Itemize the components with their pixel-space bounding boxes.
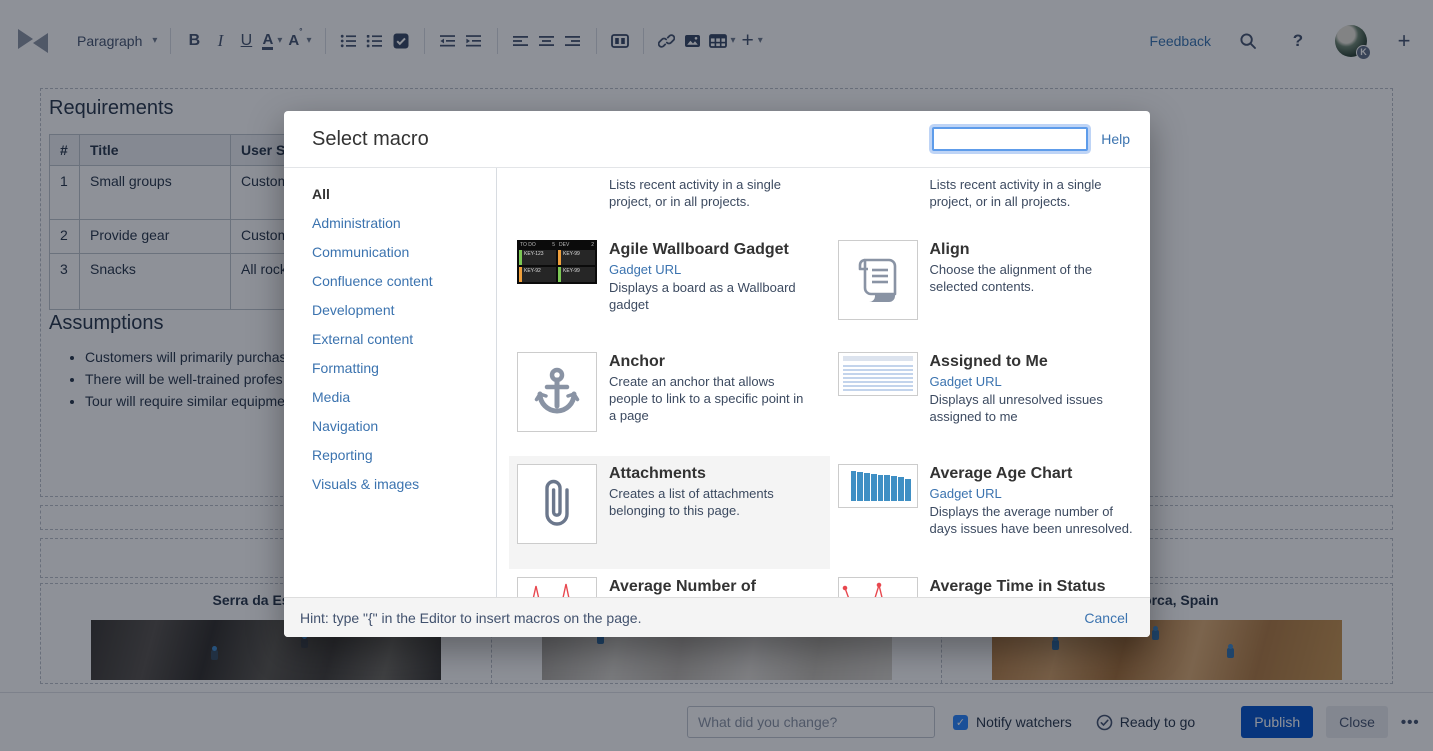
macro-description: Displays all unresolved issues assigned … [930, 391, 1135, 425]
line-chart-icon [517, 577, 597, 597]
dialog-header: Select macro Help [284, 111, 1150, 168]
macro-item-average-time-in-status[interactable]: Average Time in Status [830, 569, 1151, 597]
cancel-button[interactable]: Cancel [1084, 610, 1128, 626]
macro-description: Displays a board as a Wallboard gadget [609, 279, 814, 313]
macro-title: Agile Wallboard Gadget [609, 240, 814, 259]
macro-item-agile-wallboard-gadget[interactable]: TO DO5 KEY-123 KEY-92 DEV2 KEY-99 KEY-99 [509, 232, 830, 344]
macro-row: Attachments Creates a list of attachment… [509, 456, 1150, 569]
macro-item-anchor[interactable]: Anchor Create an anchor that allows peop… [509, 344, 830, 456]
macro-description: Create an anchor that allows people to l… [609, 373, 814, 424]
macro-description: Creates a list of attachments belonging … [609, 485, 814, 519]
macro-title: Average Age Chart [930, 464, 1135, 483]
macro-description: Lists recent activity in a single projec… [930, 176, 1135, 210]
confluence-editor-screen: Paragraph ▾ B I U A ▾ A° ▾ [0, 0, 1433, 751]
category-media[interactable]: Media [312, 389, 496, 405]
dialog-body: All Administration Communication Conflue… [284, 168, 1150, 597]
select-macro-dialog: Select macro Help All Administration Com… [284, 111, 1150, 637]
category-communication[interactable]: Communication [312, 244, 496, 260]
line-chart-icon [838, 577, 918, 597]
macro-item-attachments[interactable]: Attachments Creates a list of attachment… [509, 456, 830, 569]
wallboard-icon: TO DO5 KEY-123 KEY-92 DEV2 KEY-99 KEY-99 [517, 240, 597, 284]
macro-title: Average Number of [609, 577, 756, 596]
category-navigation[interactable]: Navigation [312, 418, 496, 434]
category-external-content[interactable]: External content [312, 331, 496, 347]
macro-row-partial-top: Lists recent activity in a single projec… [509, 168, 1150, 232]
category-development[interactable]: Development [312, 302, 496, 318]
scroll-icon [855, 254, 901, 306]
dialog-help-link[interactable]: Help [1101, 131, 1130, 147]
bar-chart-icon [838, 464, 918, 508]
macro-item-average-number-of[interactable]: Average Number of [509, 569, 830, 597]
gadget-url-link[interactable]: Gadget URL [609, 262, 681, 277]
macro-row: Anchor Create an anchor that allows peop… [509, 344, 1150, 456]
macro-row: TO DO5 KEY-123 KEY-92 DEV2 KEY-99 KEY-99 [509, 232, 1150, 344]
category-administration[interactable]: Administration [312, 215, 496, 231]
issue-list-icon [838, 352, 918, 396]
macro-row-partial-bottom: Average Number of [509, 569, 1150, 597]
category-confluence-content[interactable]: Confluence content [312, 273, 496, 289]
macro-title: Attachments [609, 464, 814, 483]
category-formatting[interactable]: Formatting [312, 360, 496, 376]
macro-title: Align [930, 240, 1135, 259]
macro-item-average-age-chart[interactable]: Average Age Chart Gadget URL Displays th… [830, 456, 1151, 569]
macro-list: Lists recent activity in a single projec… [497, 168, 1150, 597]
dialog-title: Select macro [312, 128, 429, 151]
macro-title: Anchor [609, 352, 814, 371]
paperclip-icon [540, 478, 574, 530]
macro-item-partial[interactable]: Lists recent activity in a single projec… [830, 168, 1151, 232]
macro-item-align[interactable]: Align Choose the alignment of the select… [830, 232, 1151, 344]
gadget-url-link[interactable]: Gadget URL [930, 486, 1002, 501]
macro-description: Displays the average number of days issu… [930, 503, 1135, 537]
gadget-url-link[interactable]: Gadget URL [930, 374, 1002, 389]
macro-item-assigned-to-me[interactable]: Assigned to Me Gadget URL Displays all u… [830, 344, 1151, 456]
macro-title: Assigned to Me [930, 352, 1135, 371]
category-visuals-images[interactable]: Visuals & images [312, 476, 496, 492]
anchor-icon [533, 366, 581, 418]
category-all[interactable]: All [312, 186, 496, 202]
category-reporting[interactable]: Reporting [312, 447, 496, 463]
macro-item-partial[interactable]: Lists recent activity in a single projec… [509, 168, 830, 232]
macro-title: Average Time in Status [930, 577, 1106, 596]
macro-search-input[interactable] [932, 127, 1088, 151]
macro-description: Choose the alignment of the selected con… [930, 261, 1135, 295]
macro-hint-text: Hint: type "{" in the Editor to insert m… [300, 610, 641, 626]
macro-description: Lists recent activity in a single projec… [609, 176, 814, 210]
macro-category-list: All Administration Communication Conflue… [284, 168, 497, 597]
dialog-footer: Hint: type "{" in the Editor to insert m… [284, 597, 1150, 637]
